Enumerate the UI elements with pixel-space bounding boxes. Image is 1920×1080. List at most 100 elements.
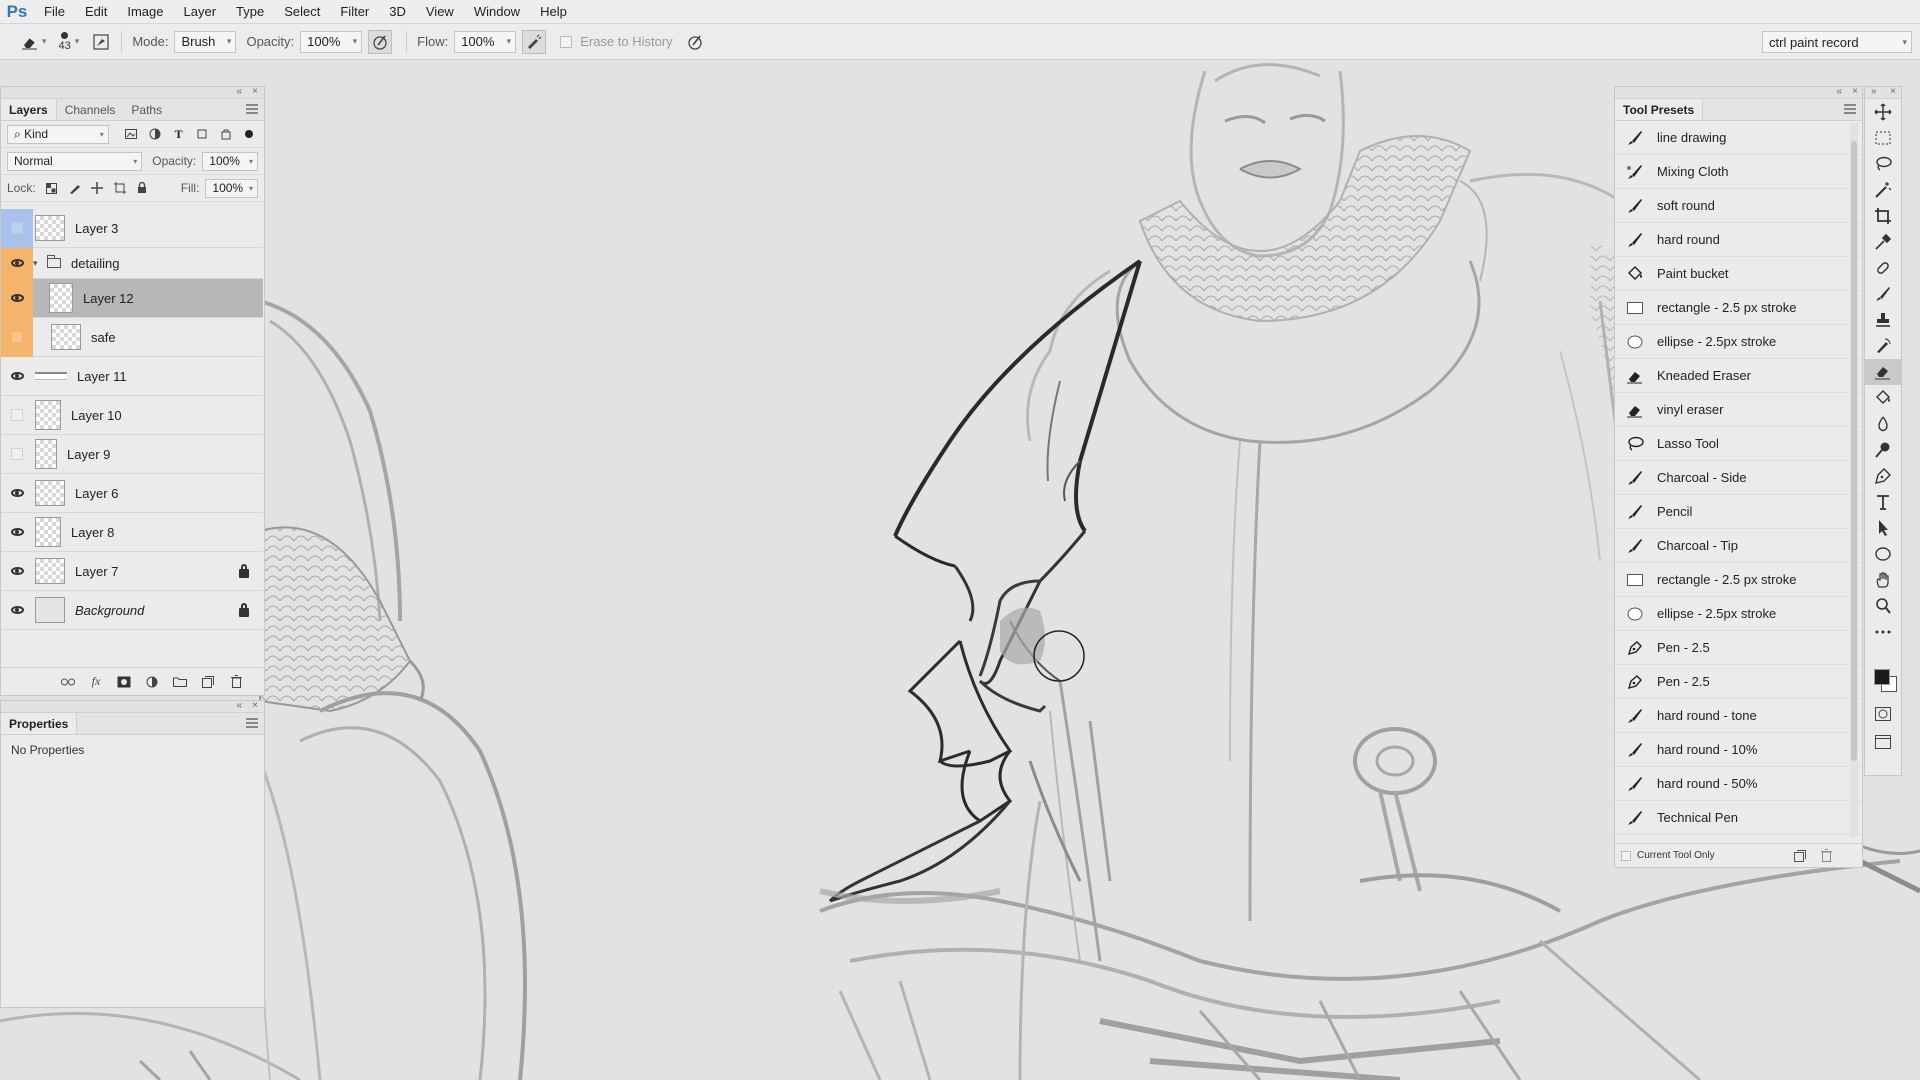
- preset-picker-caret[interactable]: ▾: [42, 36, 47, 47]
- menu-3d[interactable]: 3D: [379, 0, 416, 24]
- brush-size-picker[interactable]: 43: [59, 31, 71, 52]
- layer-row[interactable]: Layer 7: [1, 552, 263, 591]
- preset-scrollbar[interactable]: [1850, 123, 1858, 837]
- visibility-toggle[interactable]: [1, 317, 33, 357]
- layer-row[interactable]: safe: [1, 317, 263, 357]
- lock-transparent-icon[interactable]: [44, 179, 61, 197]
- tool-preset-item[interactable]: Pen - 2.5: [1615, 631, 1862, 665]
- menu-edit[interactable]: Edit: [75, 0, 117, 24]
- lock-position-icon[interactable]: [89, 179, 106, 197]
- current-tool-only-checkbox[interactable]: [1621, 850, 1631, 861]
- menu-select[interactable]: Select: [274, 0, 330, 24]
- tool-preset-item[interactable]: Technical Pen: [1615, 801, 1862, 835]
- layer-row[interactable]: Layer 10: [1, 396, 263, 435]
- tool-preset-item[interactable]: hard round - tone: [1615, 699, 1862, 733]
- filter-pixel-icon[interactable]: [123, 125, 141, 143]
- tab-properties[interactable]: Properties: [1, 713, 78, 734]
- menu-filter[interactable]: Filter: [330, 0, 379, 24]
- layer-row[interactable]: Layer 6: [1, 474, 263, 513]
- tool-preset-item[interactable]: rectangle - 2.5 px stroke: [1615, 563, 1862, 597]
- new-preset-icon[interactable]: [1794, 850, 1806, 865]
- brush-picker-caret[interactable]: ▾: [75, 36, 80, 47]
- close-panel-icon[interactable]: ×: [1852, 86, 1858, 98]
- layer-row[interactable]: Layer 8: [1, 513, 263, 552]
- visibility-toggle[interactable]: [1, 591, 33, 630]
- history-brush-tool-icon[interactable]: [1865, 333, 1901, 359]
- hand-tool-icon[interactable]: [1865, 567, 1901, 593]
- pen-tool-icon[interactable]: [1865, 463, 1901, 489]
- visibility-toggle[interactable]: [1, 513, 33, 552]
- visibility-toggle[interactable]: [1, 552, 33, 591]
- move-tool-icon[interactable]: [1865, 99, 1901, 125]
- tab-tool-presets[interactable]: Tool Presets: [1615, 99, 1704, 120]
- type-tool-icon[interactable]: [1865, 489, 1901, 515]
- erase-to-history-checkbox[interactable]: [560, 35, 573, 48]
- more-tools-icon[interactable]: [1865, 619, 1901, 645]
- ellipse-tool-icon[interactable]: [1865, 541, 1901, 567]
- menu-file[interactable]: File: [34, 0, 75, 24]
- layer-row[interactable]: Layer 11: [1, 357, 263, 396]
- mode-dropdown[interactable]: Brush ▾: [174, 30, 237, 53]
- filter-shape-icon[interactable]: [193, 125, 211, 143]
- blur-tool-icon[interactable]: [1865, 411, 1901, 437]
- tool-preset-item[interactable]: soft round: [1615, 189, 1862, 223]
- lock-image-icon[interactable]: [66, 179, 83, 197]
- tool-preset-item[interactable]: hard round - 50%: [1615, 767, 1862, 801]
- tool-preset-item[interactable]: hard round: [1615, 223, 1862, 257]
- panel-menu-icon[interactable]: [246, 718, 258, 728]
- erase-to-history-option[interactable]: Erase to History: [560, 34, 673, 49]
- collapse-panel-icon[interactable]: «: [236, 700, 242, 712]
- healing-brush-tool-icon[interactable]: [1865, 255, 1901, 281]
- group-disclosure-icon[interactable]: ▾: [33, 258, 43, 269]
- menu-window[interactable]: Window: [464, 0, 530, 24]
- menu-layer[interactable]: Layer: [174, 0, 227, 24]
- magic-wand-tool-icon[interactable]: [1865, 177, 1901, 203]
- eyedropper-tool-icon[interactable]: [1865, 229, 1901, 255]
- delete-layer-icon[interactable]: [229, 675, 243, 689]
- menu-view[interactable]: View: [416, 0, 464, 24]
- quick-mask-icon[interactable]: [1865, 701, 1901, 727]
- layer-opacity-field[interactable]: 100% ▾: [202, 151, 258, 171]
- tool-preset-item[interactable]: Charcoal - Side: [1615, 461, 1862, 495]
- layer-row[interactable]: Layer 3: [1, 208, 263, 248]
- collapse-panel-icon[interactable]: «: [1836, 86, 1842, 98]
- marquee-tool-icon[interactable]: [1865, 125, 1901, 151]
- panel-menu-icon[interactable]: [246, 104, 258, 114]
- tab-paths[interactable]: Paths: [123, 99, 170, 120]
- close-panel-icon[interactable]: ×: [252, 700, 258, 712]
- visibility-toggle[interactable]: [1, 247, 33, 279]
- screen-mode-icon[interactable]: [1865, 729, 1901, 755]
- layer-row[interactable]: Layer 9: [1, 435, 263, 474]
- visibility-toggle[interactable]: [1, 474, 33, 513]
- lock-all-icon[interactable]: [134, 179, 151, 197]
- path-selection-tool-icon[interactable]: [1865, 515, 1901, 541]
- color-swatches[interactable]: [1871, 664, 1899, 694]
- close-toolbar-icon[interactable]: ×: [1890, 86, 1896, 97]
- filter-toggle-icon[interactable]: [240, 125, 258, 143]
- menu-image[interactable]: Image: [117, 0, 173, 24]
- eraser-preset-icon[interactable]: [18, 30, 42, 54]
- layer-group-row[interactable]: ▾ detailing: [1, 247, 263, 279]
- workspace-dropdown[interactable]: ctrl paint record ▾: [1762, 31, 1912, 53]
- new-layer-icon[interactable]: [201, 675, 215, 689]
- visibility-toggle[interactable]: [1, 396, 33, 435]
- visibility-toggle[interactable]: [1, 278, 33, 318]
- layer-style-icon[interactable]: fx: [89, 674, 103, 689]
- visibility-toggle[interactable]: [1, 435, 33, 474]
- blend-mode-dropdown[interactable]: Normal ▾: [7, 151, 143, 171]
- expand-toolbar-icon[interactable]: »: [1871, 86, 1877, 97]
- tool-preset-item[interactable]: Mixing Cloth: [1615, 155, 1862, 189]
- opacity-field[interactable]: 100% ▾: [300, 30, 363, 53]
- tool-preset-item[interactable]: Pen - 2.5: [1615, 665, 1862, 699]
- delete-preset-icon[interactable]: [1821, 849, 1832, 865]
- menu-help[interactable]: Help: [530, 0, 577, 24]
- panel-menu-icon[interactable]: [1844, 104, 1856, 114]
- adjustment-layer-icon[interactable]: [145, 675, 159, 689]
- dodge-tool-icon[interactable]: [1865, 437, 1901, 463]
- visibility-toggle[interactable]: [1, 208, 33, 248]
- brush-panel-toggle-icon[interactable]: [89, 30, 113, 54]
- pressure-size-icon[interactable]: [683, 30, 707, 54]
- paint-bucket-tool-icon[interactable]: [1865, 385, 1901, 411]
- tool-preset-item[interactable]: ellipse - 2.5px stroke: [1615, 325, 1862, 359]
- tool-preset-item[interactable]: vinyl eraser: [1615, 393, 1862, 427]
